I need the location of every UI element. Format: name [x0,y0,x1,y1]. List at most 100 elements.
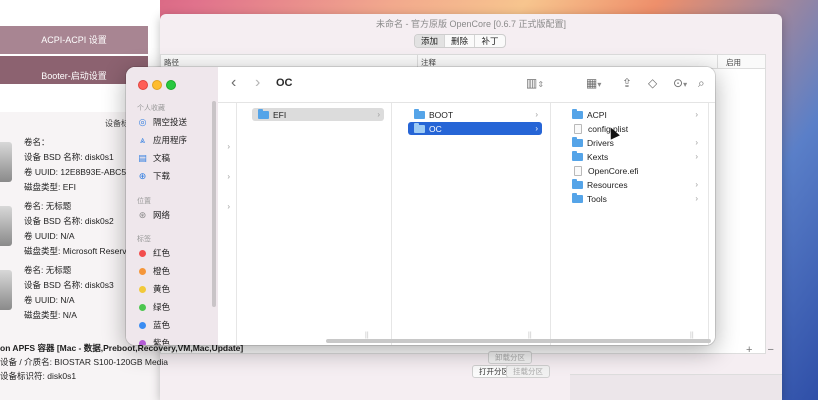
list-item-resources[interactable]: Resources › [566,178,702,191]
item-name: BOOT [429,109,454,120]
search-icon[interactable]: ⌕ [698,76,705,91]
list-item[interactable]: › [218,170,234,183]
chevron-right-icon: › [695,194,698,203]
sidebar-item-acpi[interactable]: ACPI-ACPI 设置 [0,26,148,54]
add-remove-buttons[interactable]: + − [746,344,780,356]
item-name: ACPI [587,109,607,120]
sidebar-item-network[interactable]: ⊛ 网络 [137,208,170,222]
horizontal-scrollbar[interactable] [326,339,711,343]
sidebar-item-label: 绿色 [153,302,171,312]
column-separator[interactable] [391,103,392,345]
chevron-down-icon: ▾ [683,80,688,89]
unmount-button[interactable]: 卸载分区 [488,351,532,364]
column-browser: › › › EFI › || BOOT › OC › || ACPI › con… [218,103,715,345]
back-chevron-icon[interactable]: ‹ [231,74,236,92]
sidebar-tag-green[interactable]: 绿色 [137,300,170,314]
sidebar-item-label: 文稿 [153,153,171,163]
disk-bsd-name: 设备 BSD 名称: disk0s3 [24,280,114,290]
downloads-icon: ⊕ [138,170,147,181]
sidebar-item-label: 红色 [153,248,171,258]
segment-delete[interactable]: 删除 [445,35,475,47]
favorites-section-label: 个人收藏 [137,105,165,112]
list-item-boot[interactable]: BOOT › [408,108,542,121]
column-separator[interactable] [708,103,709,345]
path-title: OC [276,77,293,89]
item-name: OC [429,123,442,134]
list-item-efi[interactable]: EFI › [252,108,384,121]
item-name: Kexts [587,151,609,162]
chevron-right-icon: › [227,142,230,151]
item-name: OpenCore.efi [588,165,639,176]
zoom-button[interactable] [166,80,176,90]
chevron-right-icon: › [695,138,698,147]
disk-volume-name: 卷名: 无标题 [24,201,72,211]
sidebar-tag-orange[interactable]: 橙色 [137,264,170,278]
forward-chevron-icon[interactable]: › [255,74,260,92]
sidebar-item-airdrop[interactable]: ◎ 隔空投送 [137,115,187,129]
list-item-opencore-efi[interactable]: OpenCore.efi [566,164,702,177]
sidebar-tag-red[interactable]: 红色 [137,246,170,260]
sidebar-item-label: 隔空投送 [153,117,188,127]
efi-file-icon [574,165,582,176]
tag-color-dot [139,303,146,311]
column-view-icon[interactable]: ▥⇕ [526,76,544,90]
tag-icon[interactable]: ◇ [648,76,657,90]
minimize-button[interactable] [152,80,162,90]
more-actions-icon[interactable]: ⊙▾ [673,76,687,90]
finder-sidebar: 个人收藏 ◎ 隔空投送 ⩓ 应用程序 ▤ 文稿 ⊕ 下载 位置 ⊛ 网络 标签 … [126,67,218,345]
sidebar-item-applications[interactable]: ⩓ 应用程序 [137,133,187,147]
sidebar-item-label: 紫色 [153,338,171,345]
segment-patch[interactable]: 补丁 [475,35,505,47]
list-item-acpi[interactable]: ACPI › [566,108,702,121]
sidebar-tag-purple[interactable]: 紫色 [137,336,170,345]
list-item-drivers[interactable]: Drivers › [566,136,702,149]
sidebar-item-documents[interactable]: ▤ 文稿 [137,151,170,165]
close-button[interactable] [138,80,148,90]
disk-drive-icon [0,206,12,246]
chevron-right-icon: › [377,110,380,119]
tag-color-dot [139,285,146,293]
share-icon[interactable]: ⇪ [622,76,632,90]
chevron-right-icon: › [695,180,698,189]
sidebar-item-label: 黄色 [153,284,171,294]
column-separator[interactable] [550,103,551,345]
disk-volume-name: 卷名: 无标题 [24,265,72,275]
column-resize-handle[interactable]: || [690,332,694,339]
column-resize-handle[interactable]: || [365,332,369,339]
chevron-down-icon: ▾ [597,80,602,89]
segment-add[interactable]: 添加 [415,35,445,47]
list-item-kexts[interactable]: Kexts › [566,150,702,163]
list-item-tools[interactable]: Tools › [566,192,702,205]
list-item-config-plist[interactable]: config.plist [566,122,702,135]
column-separator[interactable] [236,103,237,345]
sidebar-item-label: 橙色 [153,266,171,276]
disk-uuid: 卷 UUID: N/A [24,231,75,241]
add-delete-patch-segmented: 添加 删除 补丁 [414,34,506,48]
chevron-right-icon: › [227,202,230,211]
disk-type: 磁盘类型: Microsoft Reserve [24,246,132,256]
sidebar-scrollbar[interactable] [212,101,216,307]
folder-icon [572,192,583,203]
window-title: 未命名 - 官方原版 OpenCore [0.6.7 正式版配置] [375,19,567,29]
list-item[interactable]: › [218,140,234,153]
sidebar-tag-blue[interactable]: 蓝色 [137,318,170,332]
list-item[interactable]: › [218,200,234,213]
item-name: EFI [273,109,287,120]
list-item-oc[interactable]: OC › [408,122,542,135]
column-divider [717,55,718,69]
column-enabled[interactable]: 启用 [726,57,741,68]
mount-button[interactable]: 挂载分区 [506,365,550,378]
lower-pane [570,374,782,400]
tag-color-dot [139,339,146,345]
group-view-icon[interactable]: ▦▾ [586,76,601,90]
chevron-right-icon: › [695,110,698,119]
apfs-media-name: 设备 / 介质名: BIOSTAR S100-120GB Media [0,357,169,367]
sidebar-tag-yellow[interactable]: 黄色 [137,282,170,296]
tag-color-dot [139,267,146,275]
column-resize-handle[interactable]: || [528,332,532,339]
folder-icon [572,150,583,161]
disk-drive-icon [0,142,12,182]
applications-icon: ⩓ [139,134,146,145]
chevron-right-icon: › [535,110,538,119]
sidebar-item-downloads[interactable]: ⊕ 下载 [137,169,170,183]
